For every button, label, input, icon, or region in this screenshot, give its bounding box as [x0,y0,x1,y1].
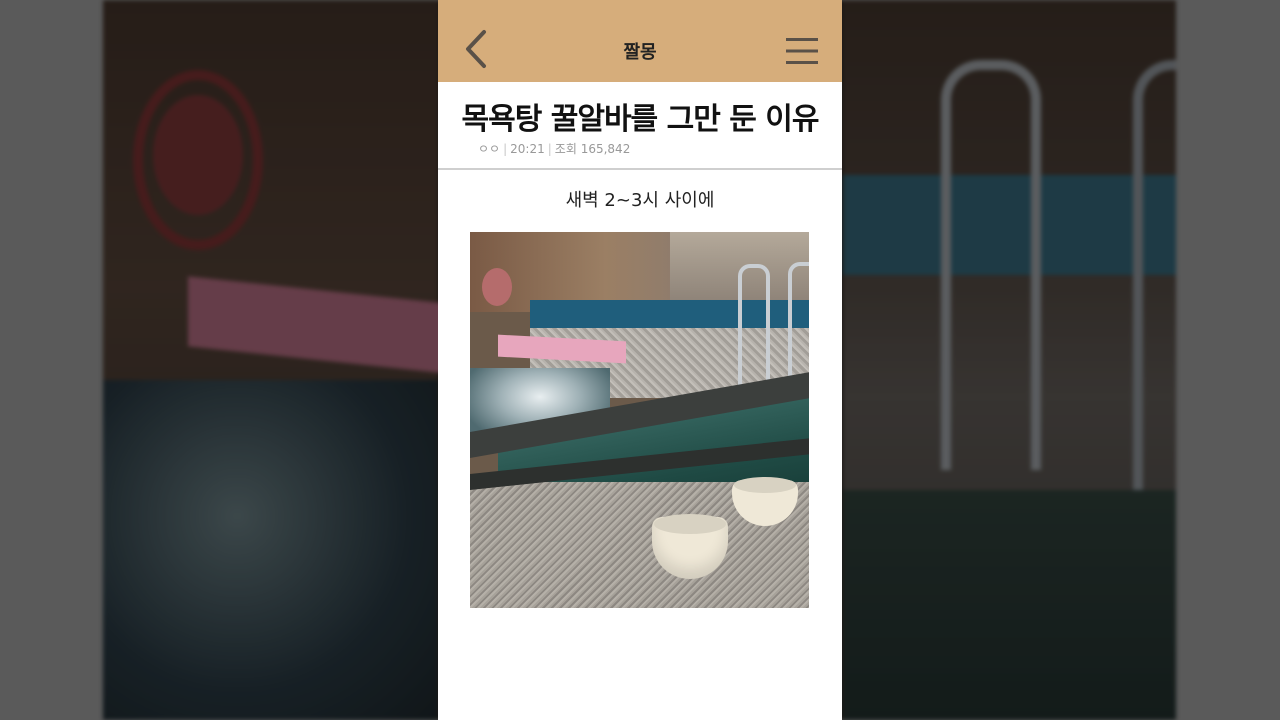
hamburger-menu-icon[interactable] [786,37,818,65]
views-label: 조회 [554,142,577,156]
top-bar: 짤몽 [438,0,842,82]
post-caption: 새벽 2~3시 사이에 [565,190,715,211]
post-image[interactable] [470,232,809,608]
author-name: ㅇㅇ [478,142,501,156]
post-title: 목욕탕 꿀알바를 그만 둔 이유 [461,102,820,137]
post-time: 20:21 [510,142,545,156]
mobile-page: 짤몽 목욕탕 꿀알바를 그만 둔 이유 ㅇㅇ | 20:21 | 조회 165,842 … [438,0,842,720]
site-title[interactable]: 짤몽 [438,38,842,64]
post-header: 목욕탕 꿀알바를 그만 둔 이유 ㅇㅇ | 20:21 | 조회 165,842 [438,82,842,170]
views-count: 165,842 [580,142,631,156]
post-meta: ㅇㅇ | 20:21 | 조회 165,842 [478,142,631,156]
